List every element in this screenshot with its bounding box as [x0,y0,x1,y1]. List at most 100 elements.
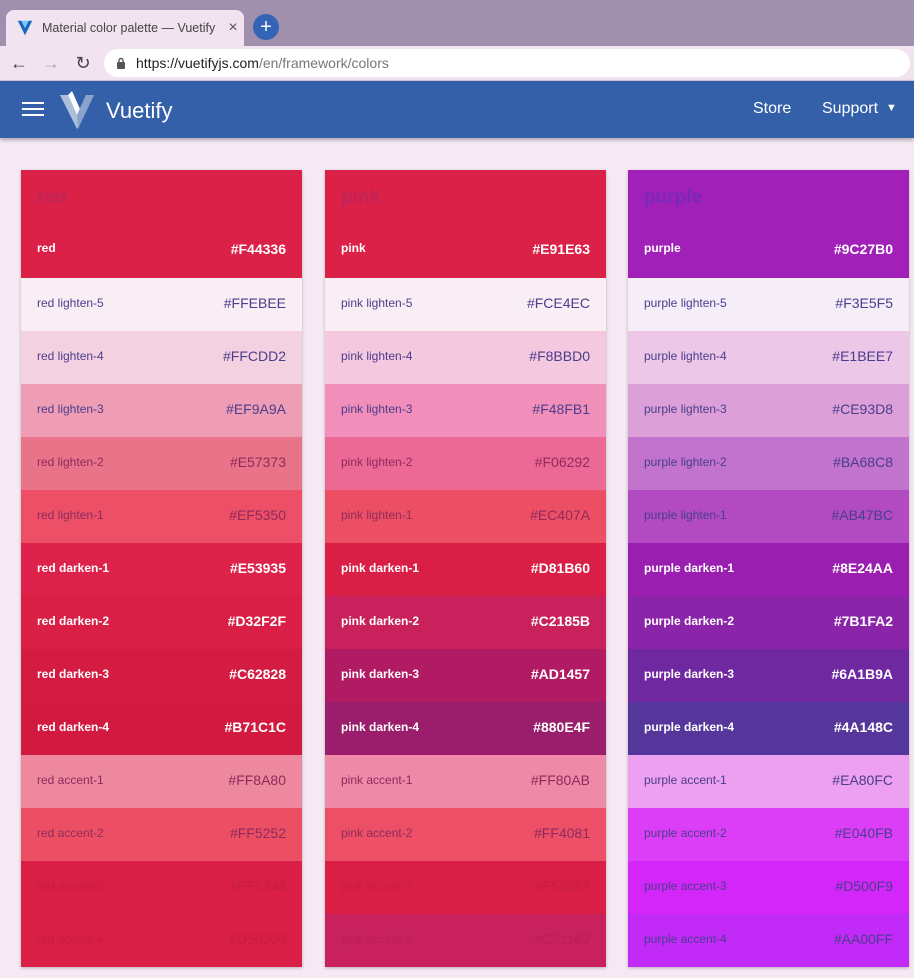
color-swatch[interactable]: red darken-3 #C62828 [21,649,302,702]
swatch-hex: #D81B60 [530,560,590,576]
color-swatch[interactable]: pink darken-2 #C2185B [325,596,606,649]
swatch-hex: #E91E63 [532,241,590,257]
color-swatch[interactable]: purple darken-2 #7B1FA2 [628,596,909,649]
swatch-label: pink lighten-1 [341,508,413,522]
swatch-label: pink lighten-3 [341,402,413,416]
palette-header[interactable]: pink pink #E91E63 [325,170,606,278]
color-swatch[interactable]: pink lighten-3 #F48FB1 [325,384,606,437]
swatch-label: purple darken-1 [644,561,735,575]
color-swatch[interactable]: red lighten-5 #FFEBEE [21,278,302,331]
forward-icon[interactable]: → [38,50,64,76]
swatch-label: pink darken-2 [341,614,420,628]
color-swatch[interactable]: pink lighten-1 #EC407A [325,490,606,543]
swatch-hex: #BA68C8 [833,454,893,470]
color-swatch[interactable]: red accent-2 #FF5252 [21,808,302,861]
color-swatch[interactable]: red lighten-3 #EF9A9A [21,384,302,437]
color-swatch[interactable]: red lighten-2 #E57373 [21,437,302,490]
color-swatch[interactable]: purple darken-4 #4A148C [628,702,909,755]
swatch-hex: #F3E5F5 [835,295,893,311]
color-swatch[interactable]: pink accent-1 #FF80AB [325,755,606,808]
swatch-label: red darken-1 [37,561,110,575]
palette-title: red [37,187,67,208]
store-link[interactable]: Store [753,100,791,118]
palette-header[interactable]: purple purple #9C27B0 [628,170,909,278]
browser-toolbar: ← → ↻ https://vuetifyjs.com/en/framework… [0,46,914,81]
swatch-label: purple accent-1 [644,773,727,787]
swatch-hex: #8E24AA [832,560,893,576]
color-swatch[interactable]: red accent-1 #FF8A80 [21,755,302,808]
swatch-hex: #4A148C [833,719,893,735]
color-swatch[interactable]: purple accent-1 #EA80FC [628,755,909,808]
swatch-label: purple lighten-1 [644,508,727,522]
back-icon[interactable]: ← [6,50,32,76]
color-swatch[interactable]: pink accent-2 #FF4081 [325,808,606,861]
swatch-label: pink accent-2 [341,826,413,840]
swatch-hex: #880E4F [533,719,590,735]
color-swatch[interactable]: purple lighten-1 #AB47BC [628,490,909,543]
color-swatch[interactable]: purple accent-3 #D500F9 [628,861,909,914]
swatch-hex: #CE93D8 [832,401,893,417]
palette-header[interactable]: red red #F44336 [21,170,302,278]
color-swatch[interactable]: pink darken-4 #880E4F [325,702,606,755]
tab-title: Material color palette — Vuetify [42,21,216,35]
color-swatch[interactable]: pink darken-1 #D81B60 [325,543,606,596]
swatch-label: pink darken-1 [341,561,420,575]
swatch-label: red accent-1 [37,773,104,787]
color-swatch[interactable]: pink lighten-2 #F06292 [325,437,606,490]
swatch-label: red darken-3 [37,667,110,681]
color-swatch[interactable]: purple accent-4 #AA00FF [628,914,909,967]
swatch-hex: #E040FB [834,825,893,841]
vuetify-logo-icon[interactable] [58,89,96,131]
swatch-label: red lighten-5 [37,296,104,310]
color-swatch[interactable]: red darken-4 #B71C1C [21,702,302,755]
swatch-hex: #FF1744 [229,878,286,894]
color-swatch[interactable]: red darken-2 #D32F2F [21,596,302,649]
swatch-hex: #FF5252 [229,825,286,841]
color-swatch[interactable]: purple lighten-2 #BA68C8 [628,437,909,490]
browser-tab[interactable]: Material color palette — Vuetify × [6,10,244,46]
color-swatch[interactable]: red accent-4 #D50000 [21,914,302,967]
swatch-label: red accent-3 [37,879,104,893]
brand-name[interactable]: Vuetify [106,98,172,124]
menu-icon[interactable] [22,99,44,119]
swatch-label: purple [644,241,681,255]
color-swatch[interactable]: red darken-1 #E53935 [21,543,302,596]
support-label: Support [822,100,879,117]
color-swatch[interactable]: purple darken-3 #6A1B9A [628,649,909,702]
swatch-hex: #D50000 [229,931,286,947]
swatch-label: purple lighten-3 [644,402,727,416]
color-swatch[interactable]: purple darken-1 #8E24AA [628,543,909,596]
address-bar[interactable]: https://vuetifyjs.com/en/framework/color… [104,49,910,77]
close-tab-icon[interactable]: × [222,19,244,37]
swatch-hex: #C51162 [534,931,590,947]
color-swatch[interactable]: purple lighten-5 #F3E5F5 [628,278,909,331]
support-menu[interactable]: Support ▼ [822,100,897,118]
color-swatch[interactable]: pink lighten-4 #F8BBD0 [325,331,606,384]
color-swatch[interactable]: purple lighten-4 #E1BEE7 [628,331,909,384]
color-swatch[interactable]: purple accent-2 #E040FB [628,808,909,861]
color-swatch[interactable]: red lighten-1 #EF5350 [21,490,302,543]
url-text: https://vuetifyjs.com/en/framework/color… [136,55,389,71]
url-host: https://vuetifyjs.com [136,55,259,71]
swatch-hex: #AD1457 [530,666,590,682]
swatch-hex: #AB47BC [831,507,893,523]
color-swatch[interactable]: pink lighten-5 #FCE4EC [325,278,606,331]
color-swatch[interactable]: pink darken-3 #AD1457 [325,649,606,702]
reload-icon[interactable]: ↻ [70,50,96,76]
color-swatch[interactable]: pink accent-4 #C51162 [325,914,606,967]
palette-card-pink: pink pink #E91E63 pink lighten-5 #FCE4EC pink… [325,170,606,967]
swatch-label: pink accent-3 [341,879,413,893]
swatch-hex: #C62828 [229,666,286,682]
color-swatch[interactable]: pink accent-3 #F50057 [325,861,606,914]
new-tab-button[interactable]: + [253,14,279,40]
swatch-hex: #FFCDD2 [222,348,286,364]
swatch-label: pink accent-4 [341,932,413,946]
color-swatch[interactable]: purple lighten-3 #CE93D8 [628,384,909,437]
color-swatch[interactable]: red accent-3 #FF1744 [21,861,302,914]
swatch-label: purple lighten-2 [644,455,727,469]
swatch-label: red lighten-3 [37,402,104,416]
swatch-label: pink lighten-5 [341,296,413,310]
color-swatch[interactable]: red lighten-4 #FFCDD2 [21,331,302,384]
swatch-hex: #C2185B [530,613,590,629]
swatch-label: pink darken-4 [341,720,420,734]
